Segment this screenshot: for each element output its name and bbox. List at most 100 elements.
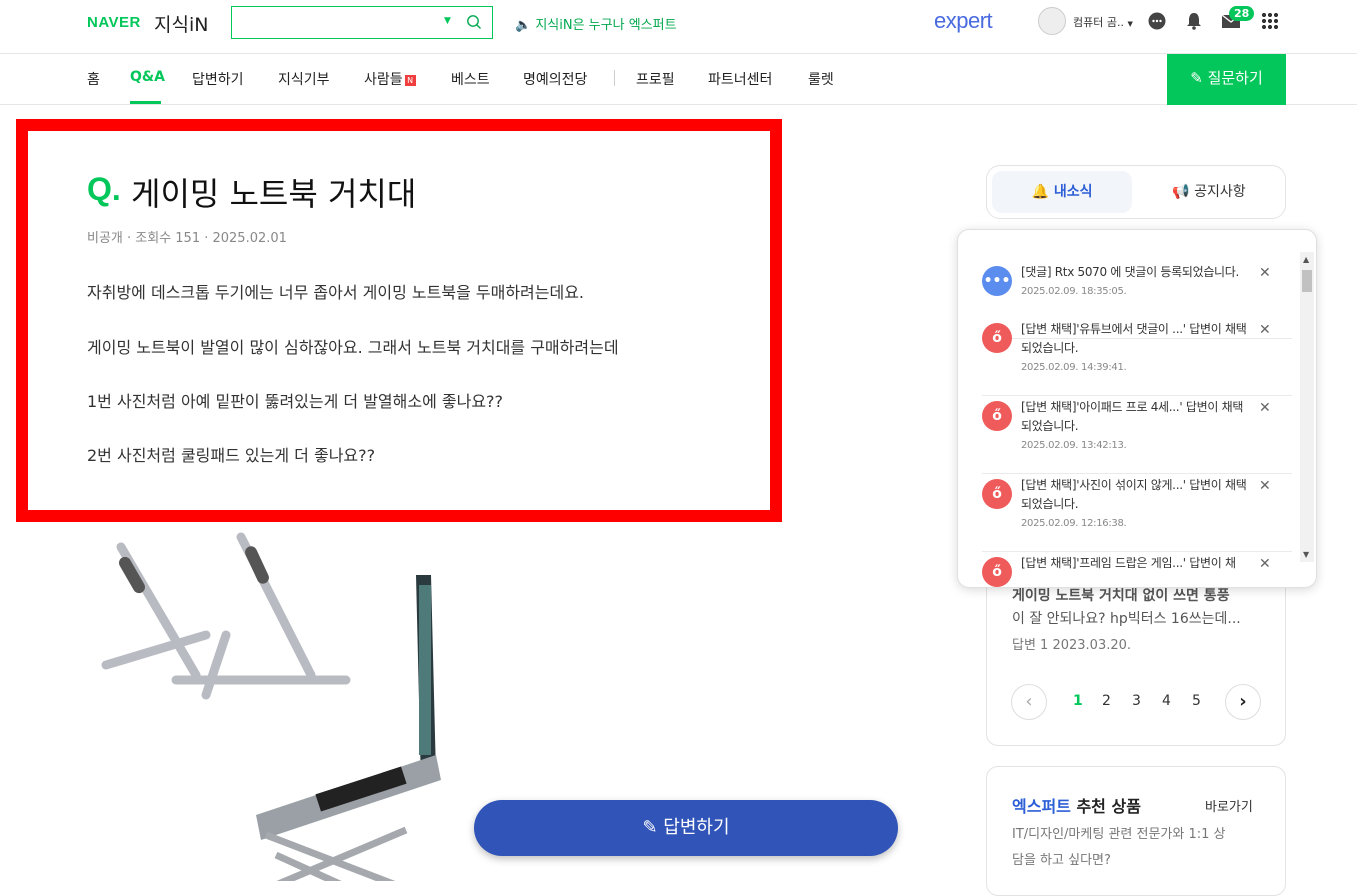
close-icon[interactable]: ✕ bbox=[1259, 478, 1271, 494]
expert-word: 엑스퍼트 bbox=[1012, 797, 1071, 816]
notification-date: 2025.02.09. 18:35:05. bbox=[1021, 286, 1127, 297]
medal-icon: ő bbox=[982, 557, 1012, 587]
related-question-meta: 답변 1 2023.03.20. bbox=[1012, 638, 1132, 653]
question-mark-badge: Q. bbox=[87, 171, 121, 207]
related-question-title[interactable]: 게이밍 노트북 거치대 없이 쓰면 통풍 bbox=[1012, 585, 1230, 605]
comment-icon: ••• bbox=[982, 266, 1012, 296]
related-question-snippet[interactable]: 이 잘 안되나요? hp빅터스 16쓰는데... bbox=[1012, 608, 1241, 628]
close-icon[interactable]: ✕ bbox=[1259, 265, 1271, 281]
tab-notice[interactable]: 📢 공지사항 bbox=[1139, 171, 1279, 213]
search-input[interactable]: ▼ bbox=[231, 6, 493, 39]
question-body-line: 자취방에 데스크톱 두기에는 너무 좁아서 게이밍 노트북을 두매하려는데요. bbox=[87, 283, 585, 302]
question-body-line: 게이밍 노트북이 발열이 많이 심하잖아요. 그래서 노트북 거치대를 구매하려… bbox=[87, 338, 619, 357]
notification-text: [댓글] Rtx 5070 에 댓글이 등록되었습니다. bbox=[1021, 265, 1240, 279]
promo-link[interactable]: 🔈 지식iN은 누구나 엑스퍼트 bbox=[515, 14, 677, 33]
notification-date: 2025.02.09. 14:39:41. bbox=[1021, 362, 1127, 373]
chat-icon[interactable] bbox=[1147, 11, 1167, 31]
notification-text: [답변 채택]'아이패드 프로 4세...' 답변이 채택되었습니다. bbox=[1021, 400, 1244, 433]
avatar[interactable] bbox=[1038, 7, 1066, 35]
expert-recommend-card: 엑스퍼트 추천 상품 바로가기 IT/디자인/마케팅 관련 전문가와 1:1 상… bbox=[986, 766, 1286, 896]
search-icon[interactable] bbox=[466, 14, 482, 30]
question-highlight-box: Q. 게이밍 노트북 거치대 비공개 · 조회수 151 · 2025.02.0… bbox=[16, 119, 782, 522]
expert-card-title: 엑스퍼트 추천 상품 bbox=[1012, 793, 1141, 817]
notification-popup: ••• [댓글] Rtx 5070 에 댓글이 등록되었습니다. 2025.02… bbox=[957, 229, 1317, 588]
page-4[interactable]: 4 bbox=[1162, 693, 1171, 709]
speaker-icon: 🔈 bbox=[515, 18, 532, 33]
close-icon[interactable]: ✕ bbox=[1259, 322, 1271, 338]
top-header: NAVER 지식iN ▼ 🔈 지식iN은 누구나 엑스퍼트 expert 컴퓨터… bbox=[0, 0, 1357, 54]
tab-my-news[interactable]: 🔔 내소식 bbox=[992, 171, 1132, 213]
kin-logo[interactable]: 지식iN bbox=[154, 10, 208, 37]
related-keyword: 게이밍 노트북 거치대 없이 쓰면 통풍 bbox=[1012, 588, 1230, 604]
page-1[interactable]: 1 bbox=[1073, 693, 1083, 709]
next-page-button[interactable]: › bbox=[1225, 684, 1261, 720]
user-menu[interactable]: 컴퓨터 곰.. ▼ bbox=[1073, 14, 1133, 30]
naver-logo[interactable]: NAVER bbox=[87, 14, 141, 31]
notification-text: [답변 채택]'유튜브에서 댓글이 ...' 답변이 채택되었습니다. bbox=[1021, 322, 1247, 355]
scroll-thumb[interactable] bbox=[1302, 270, 1312, 292]
notification-item[interactable]: ő [답변 채택]'프레임 드랍은 게임...' 답변이 채 ✕ bbox=[982, 552, 1292, 587]
ask-question-label: 질문하기 bbox=[1207, 69, 1263, 87]
answer-button[interactable]: ✎ 답변하기 bbox=[474, 800, 898, 856]
pencil-icon: ✎ bbox=[642, 817, 658, 838]
notification-scrollbar[interactable]: ▲ ▼ bbox=[1300, 252, 1314, 562]
dropdown-caret-icon[interactable]: ▼ bbox=[444, 16, 451, 26]
expert-desc: IT/디자인/마케팅 관련 전문가와 1:1 상 bbox=[1012, 827, 1226, 842]
pencil-icon: ✎ bbox=[1190, 69, 1203, 87]
tab-notice-label: 공지사항 bbox=[1194, 184, 1246, 200]
expert-go-link[interactable]: 바로가기 bbox=[1205, 796, 1253, 815]
nav-best[interactable]: 베스트 bbox=[451, 69, 490, 89]
close-icon[interactable]: ✕ bbox=[1259, 556, 1271, 572]
page-2[interactable]: 2 bbox=[1102, 693, 1111, 709]
scroll-down-icon[interactable]: ▼ bbox=[1303, 550, 1309, 559]
tab-my-news-label: 내소식 bbox=[1053, 184, 1093, 200]
nav-hall-of-fame[interactable]: 명예의전당 bbox=[523, 69, 587, 89]
laptop-stand-photo[interactable] bbox=[86, 525, 466, 881]
ask-question-button[interactable]: ✎ 질문하기 bbox=[1167, 54, 1286, 105]
promo-text: 지식iN은 누구나 엑스퍼트 bbox=[535, 18, 677, 33]
medal-icon: ő bbox=[982, 479, 1012, 509]
nav-profile[interactable]: 프로필 bbox=[636, 69, 675, 89]
chevron-down-icon: ▼ bbox=[1127, 20, 1133, 28]
mail-count-badge: 28 bbox=[1229, 6, 1255, 21]
scroll-up-icon[interactable]: ▲ bbox=[1303, 255, 1309, 264]
new-badge: N bbox=[404, 75, 416, 86]
expert-title-rest: 추천 상품 bbox=[1070, 797, 1141, 816]
notification-text: [답변 채택]'프레임 드랍은 게임...' 답변이 채 bbox=[1021, 556, 1236, 570]
notification-item[interactable]: ő [답변 채택]'사진이 섞이지 않게...' 답변이 채택되었습니다. 20… bbox=[982, 474, 1292, 552]
question-body-line: 2번 사진처럼 쿨링패드 있는게 더 좋나요?? bbox=[87, 446, 376, 465]
nav-people-label: 사람들 bbox=[364, 72, 403, 88]
nav-qna[interactable]: Q&A bbox=[130, 69, 165, 85]
nav-active-indicator bbox=[130, 101, 161, 104]
nav-answer[interactable]: 답변하기 bbox=[192, 69, 244, 89]
nav-partner-center[interactable]: 파트너센터 bbox=[708, 69, 772, 89]
bell-icon[interactable] bbox=[1184, 11, 1204, 31]
expert-logo[interactable]: expert bbox=[934, 8, 993, 34]
apps-grid-icon[interactable] bbox=[1261, 12, 1278, 29]
user-name: 컴퓨터 곰.. bbox=[1073, 16, 1124, 29]
notification-date: 2025.02.09. 12:16:38. bbox=[1021, 518, 1127, 529]
side-tab-card: 🔔 내소식 📢 공지사항 bbox=[986, 165, 1286, 219]
page-3[interactable]: 3 bbox=[1132, 693, 1141, 709]
notification-text: [답변 채택]'사진이 섞이지 않게...' 답변이 채택되었습니다. bbox=[1021, 478, 1247, 511]
expert-desc: 담을 하고 싶다면? bbox=[1012, 853, 1111, 868]
nav-divider bbox=[614, 70, 615, 86]
nav-roulette[interactable]: 룰렛 bbox=[808, 69, 834, 89]
close-icon[interactable]: ✕ bbox=[1259, 400, 1271, 416]
notification-item[interactable]: ő [답변 채택]'아이패드 프로 4세...' 답변이 채택되었습니다. 20… bbox=[982, 396, 1292, 474]
nav-people[interactable]: 사람들 N bbox=[364, 69, 416, 89]
nav-home[interactable]: 홈 bbox=[87, 69, 100, 89]
prev-page-button[interactable]: ‹ bbox=[1011, 684, 1047, 720]
notification-date: 2025.02.09. 13:42:13. bbox=[1021, 440, 1127, 451]
question-title: 게이밍 노트북 거치대 bbox=[131, 175, 417, 213]
medal-icon: ő bbox=[982, 401, 1012, 431]
question-meta: 비공개 · 조회수 151 · 2025.02.01 bbox=[87, 231, 287, 246]
main-nav: 홈 Q&A 답변하기 지식기부 사람들 N 베스트 명예의전당 프로필 파트너센터… bbox=[0, 54, 1357, 105]
nav-donate[interactable]: 지식기부 bbox=[278, 69, 330, 89]
question-body-line: 1번 사진처럼 아예 밑판이 뚫려있는게 더 발열해소에 좋나요?? bbox=[87, 392, 504, 411]
notification-item[interactable]: ő [답변 채택]'유튜브에서 댓글이 ...' 답변이 채택되었습니다. 20… bbox=[982, 318, 1292, 396]
page-5[interactable]: 5 bbox=[1192, 693, 1201, 709]
megaphone-icon: 📢 bbox=[1172, 184, 1190, 200]
bell-icon: 🔔 bbox=[1031, 184, 1049, 200]
medal-icon: ő bbox=[982, 323, 1012, 353]
